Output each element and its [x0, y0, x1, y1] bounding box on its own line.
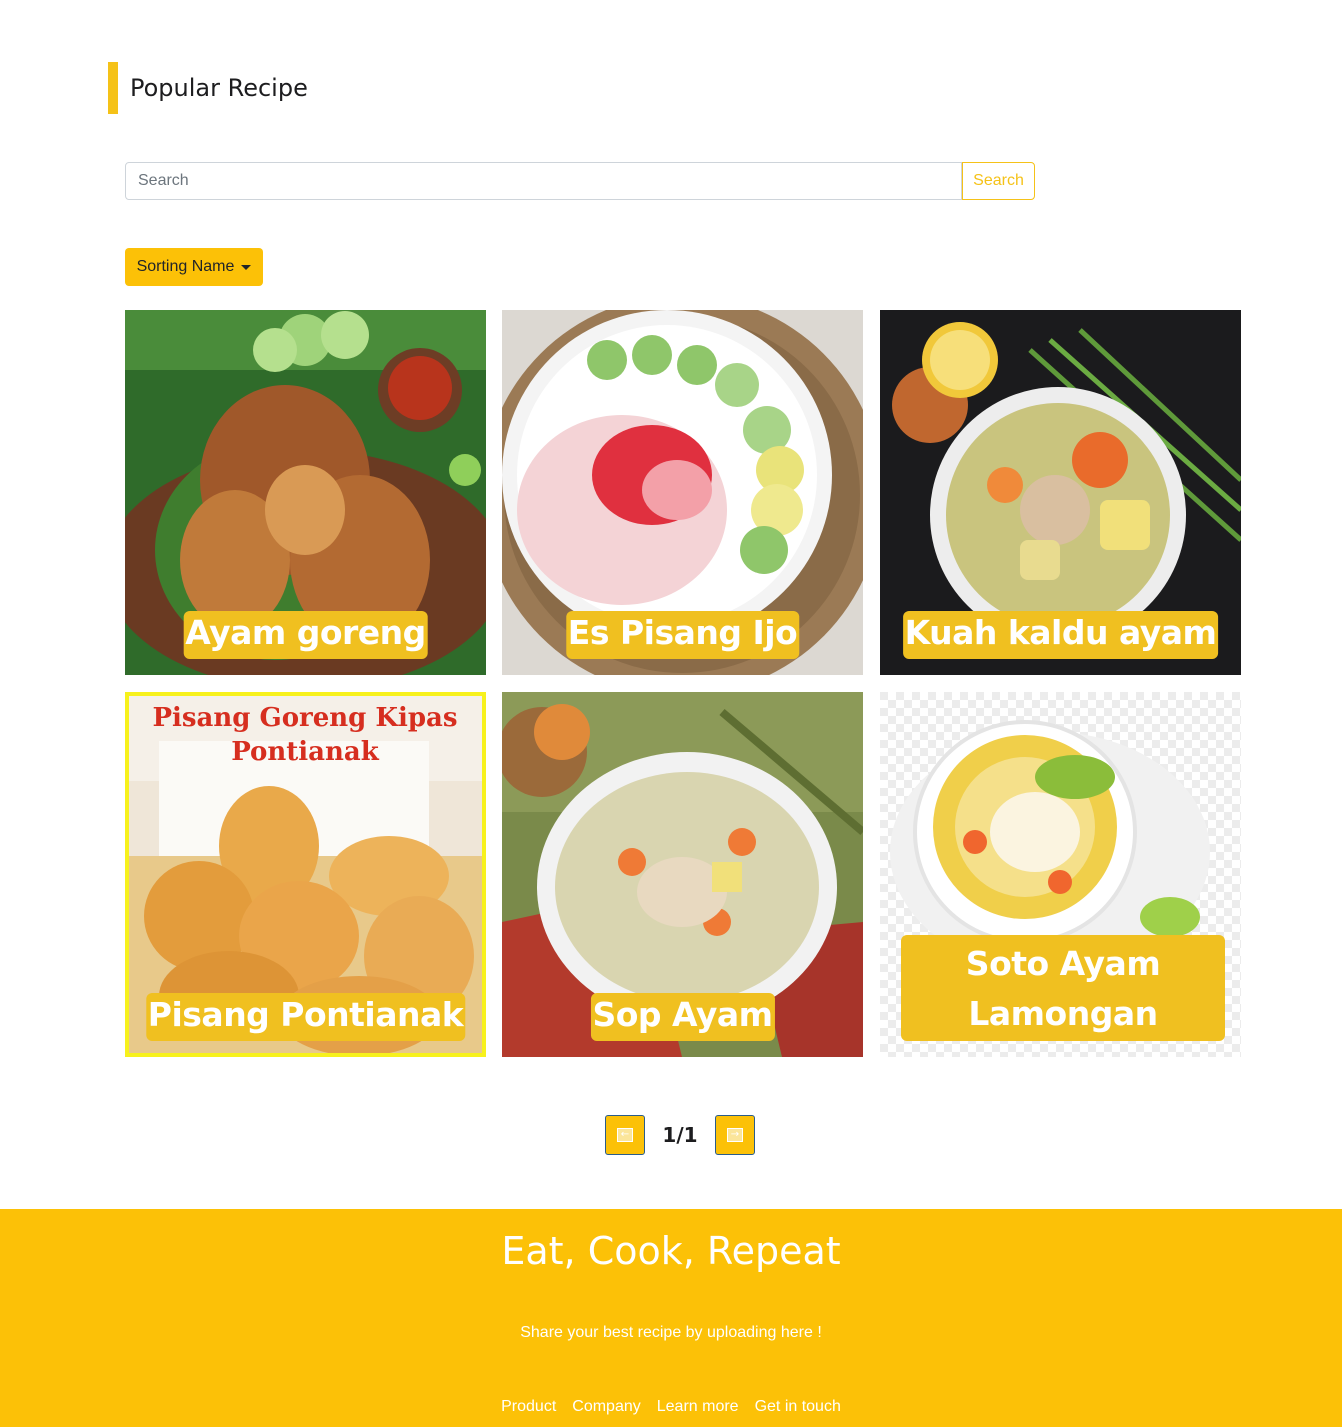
page: Popular Recipe Search Sorting Name Ayam …: [0, 0, 1342, 1427]
sort-label: Sorting Name: [136, 258, 235, 275]
recipe-card[interactable]: Es Pisang Ijo: [502, 310, 863, 675]
image-caption-line-2: Pontianak: [231, 737, 380, 767]
recipe-name: Soto Ayam Lamongan: [901, 935, 1225, 1041]
sort-dropdown-button[interactable]: Sorting Name: [125, 248, 263, 286]
footer-subtitle: Share your best recipe by uploading here…: [520, 1324, 822, 1341]
arrow-right-icon: →: [727, 1128, 743, 1142]
caret-down-icon: [241, 264, 252, 270]
search-input[interactable]: [125, 162, 962, 200]
recipe-name: Ayam goreng: [183, 611, 428, 659]
image-caption-line-1: Pisang Goreng Kipas: [152, 703, 457, 733]
recipe-name: Kuah kaldu ayam: [902, 611, 1219, 659]
recipe-name: Sop Ayam: [590, 993, 775, 1041]
pagination: ← 1/1 →: [605, 1115, 755, 1155]
section-header: Popular Recipe: [108, 62, 308, 114]
search-bar: Search: [125, 162, 1035, 200]
search-button[interactable]: Search: [962, 162, 1035, 200]
recipe-card[interactable]: Soto Ayam Lamongan: [880, 692, 1241, 1057]
recipe-card[interactable]: Sop Ayam: [502, 692, 863, 1057]
page-indicator: 1/1: [662, 1123, 698, 1147]
recipe-card[interactable]: Ayam goreng: [125, 310, 486, 675]
footer-link-learn-more[interactable]: Learn more: [657, 1398, 739, 1416]
arrow-left-icon: ←: [617, 1128, 633, 1142]
recipe-name: Pisang Pontianak: [145, 993, 466, 1041]
footer-link-get-in-touch[interactable]: Get in touch: [755, 1398, 841, 1416]
recipe-card[interactable]: Pisang Goreng Kipas Pontianak Pisang Pon…: [125, 692, 486, 1057]
recipe-name: Es Pisang Ijo: [565, 611, 800, 659]
footer-link-product[interactable]: Product: [501, 1398, 556, 1416]
page-title: Popular Recipe: [130, 74, 308, 102]
title-accent-bar: [108, 62, 118, 114]
prev-page-button[interactable]: ←: [605, 1115, 645, 1155]
footer-link-company[interactable]: Company: [572, 1398, 640, 1416]
footer: Eat, Cook, Repeat Share your best recipe…: [0, 1209, 1342, 1427]
next-page-button[interactable]: →: [715, 1115, 755, 1155]
footer-title: Eat, Cook, Repeat: [501, 1229, 841, 1273]
recipe-card[interactable]: Kuah kaldu ayam: [880, 310, 1241, 675]
footer-links: Product Company Learn more Get in touch: [0, 1398, 1342, 1416]
